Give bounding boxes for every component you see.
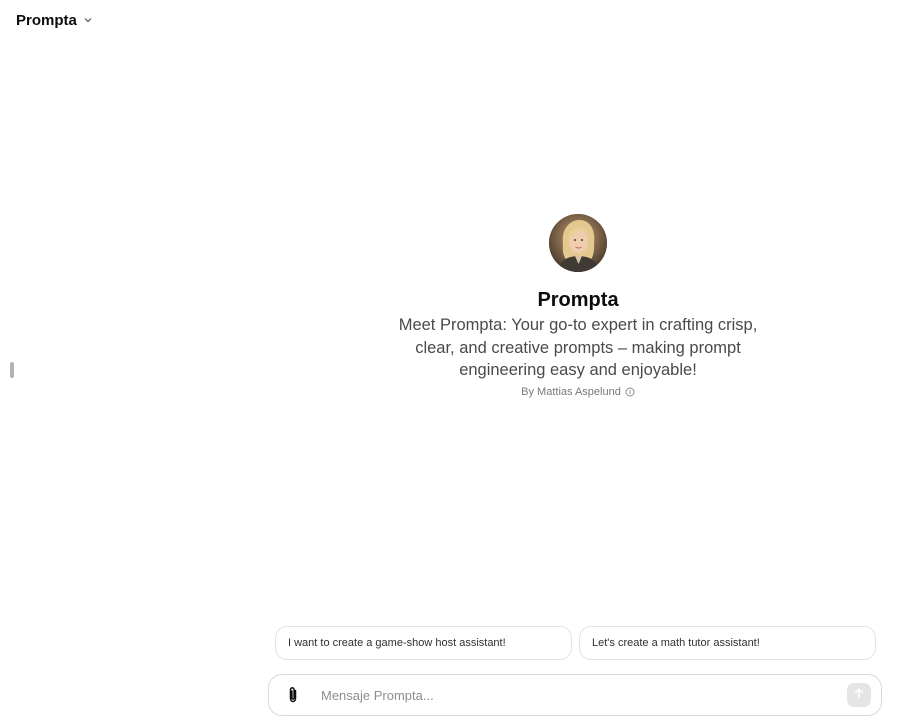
paperclip-icon[interactable] [283, 685, 303, 705]
gpt-intro: Prompta Meet Prompta: Your go-to expert … [378, 214, 778, 398]
gpt-name: Prompta [537, 289, 619, 311]
gpt-description: Meet Prompta: Your go-to expert in craft… [398, 316, 758, 379]
arrow-up-icon [853, 686, 865, 704]
chat-page: Prompta Prompta Meet Prompta: Your go-to… [0, 0, 910, 720]
chevron-down-icon [83, 15, 93, 25]
model-name: Prompta [16, 11, 77, 29]
info-icon[interactable] [625, 387, 635, 397]
model-switcher[interactable]: Prompta [8, 8, 101, 32]
gpt-avatar [549, 214, 607, 272]
starter-math-tutor[interactable]: Let's create a math tutor assistant! [579, 626, 876, 660]
send-button[interactable] [847, 683, 871, 707]
starter-game-show-host[interactable]: I want to create a game-show host assist… [275, 626, 572, 660]
gpt-author-row: By Mattias Aspelund [378, 386, 778, 398]
message-input[interactable] [319, 686, 847, 704]
message-composer [268, 674, 882, 716]
sidebar-toggle-handle[interactable] [10, 362, 14, 378]
conversation-starters: I want to create a game-show host assist… [275, 626, 876, 660]
gpt-author: By Mattias Aspelund [521, 385, 621, 398]
